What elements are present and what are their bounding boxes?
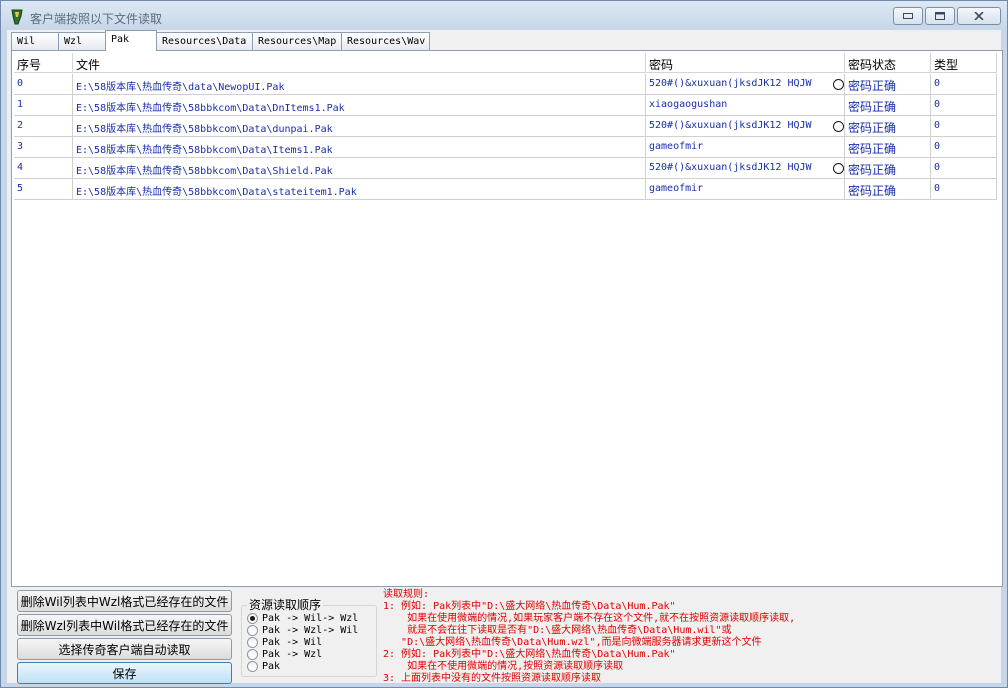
cell-type: 0 — [931, 137, 997, 158]
tab-resources-wav[interactable]: Resources\Wav — [341, 32, 430, 50]
rule-line: 如果在不使用微端的情况,按照资源读取顺序读取 — [383, 661, 624, 672]
rule-line: 就是不会在往下读取是否有"D:\盛大网络\热血传奇\Data\Hum.wil"或 — [383, 625, 732, 636]
radio-button[interactable] — [247, 612, 258, 624]
main-window: 客户端按照以下文件读取 Wil Wzl Pak Resources\Data R… — [0, 0, 1008, 688]
tab-resources-map[interactable]: Resources\Map — [252, 32, 342, 50]
save-button[interactable]: 保存 — [17, 662, 232, 684]
rule-line: "D:\盛大网络\热血传奇\Data\Hum.wzl",而是向微端服务器请求更新… — [383, 637, 762, 648]
list-rows: 0 E:\58版本库\热血传奇\data\NewopUI.Pak 520#()&xu… — [14, 74, 997, 200]
cell-index: 4 — [14, 158, 73, 179]
cell-file: E:\58版本库\热血传奇\58bbkcom\Data\dunpai.Pak — [73, 116, 646, 137]
radio-label: Pak — [262, 660, 281, 672]
window-title: 客户端按照以下文件读取 — [30, 12, 163, 26]
radio-button[interactable] — [247, 624, 258, 636]
column-header-password[interactable]: 密码 — [646, 53, 845, 73]
maximize-icon — [935, 12, 945, 20]
read-order-option[interactable]: Pak — [247, 660, 280, 672]
cell-index: 2 — [14, 116, 73, 137]
rule-line: 1: 例如: Pak列表中"D:\盛大网络\热血传奇\Data\Hum.Pak" — [383, 601, 676, 612]
radio-label: Pak -> Wil — [262, 636, 323, 648]
read-order-option[interactable]: Pak -> Wil — [247, 636, 322, 648]
rule-line: 如果在使用微端的情况,如果玩家客户端不存在这个文件,就不在按照资源读取顺序读取, — [383, 613, 796, 624]
table-row[interactable]: 2 E:\58版本库\热血传奇\58bbkcom\Data\dunpai.Pak 5… — [14, 116, 997, 137]
cell-file: E:\58版本库\热血传奇\data\NewopUI.Pak — [73, 74, 646, 95]
maximize-button[interactable] — [925, 7, 955, 25]
read-order-option[interactable]: Pak -> Wzl-> Wil — [247, 624, 358, 636]
tab-wzl[interactable]: Wzl — [58, 32, 106, 50]
radio-label: Pak -> Wzl — [262, 648, 323, 660]
cell-password-status: 密码正确 — [845, 158, 931, 179]
auto-read-client-button[interactable]: 选择传奇客户端自动读取 — [17, 638, 232, 660]
column-header-password-status[interactable]: 密码状态 — [845, 53, 931, 73]
cell-index: 1 — [14, 95, 73, 116]
tab-pak[interactable]: Pak — [105, 30, 157, 51]
password-status-icon — [833, 121, 844, 132]
minimize-icon — [903, 13, 913, 19]
column-header-type[interactable]: 类型 — [931, 53, 997, 73]
cell-password: gameofmir — [646, 179, 845, 200]
cell-password: gameofmir — [646, 137, 845, 158]
pak-file-list[interactable]: 序号 文件 密码 密码状态 类型 0 E:\58版本库\热血传奇\data\New… — [11, 50, 1003, 587]
radio-button[interactable] — [247, 648, 258, 660]
cell-type: 0 — [931, 74, 997, 95]
cell-type: 0 — [931, 179, 997, 200]
minimize-button[interactable] — [893, 7, 923, 25]
close-icon — [974, 12, 984, 20]
radio-button[interactable] — [247, 636, 258, 648]
cell-password: 520#()&xuxuan(jksdJK12 HQJW — [646, 158, 845, 179]
radio-label: Pak -> Wil-> Wzl — [262, 612, 359, 624]
cell-index: 5 — [14, 179, 73, 200]
table-row[interactable]: 1 E:\58版本库\热血传奇\58bbkcom\Data\DnItems1.Pa… — [14, 95, 997, 116]
rule-line: 读取规则: — [383, 589, 430, 600]
app-icon — [11, 9, 23, 25]
cell-password-status: 密码正确 — [845, 95, 931, 116]
close-button[interactable] — [957, 7, 1001, 25]
rule-line: 2: 例如: Pak列表中"D:\盛大网络\热血传奇\Data\Hum.Pak" — [383, 649, 676, 660]
auto-read-client-label: 选择传奇客户端自动读取 — [58, 642, 191, 657]
tab-resources-data[interactable]: Resources\Data — [156, 32, 253, 50]
save-label: 保存 — [112, 666, 137, 681]
read-order-option[interactable]: Pak -> Wil-> Wzl — [247, 612, 358, 624]
table-row[interactable]: 0 E:\58版本库\热血传奇\data\NewopUI.Pak 520#()&xu… — [14, 74, 997, 95]
cell-password: xiaogaogushan — [646, 95, 845, 116]
delete-wzl-in-wil-button[interactable]: 删除Wil列表中Wzl格式已经存在的文件 — [17, 590, 232, 612]
cell-password-status: 密码正确 — [845, 137, 931, 158]
cell-file: E:\58版本库\热血传奇\58bbkcom\Data\stateitem1.P… — [73, 179, 646, 200]
radio-label: Pak -> Wzl-> Wil — [262, 624, 359, 636]
client-area: Wil Wzl Pak Resources\Data Resources\Map… — [7, 30, 1003, 685]
table-row[interactable]: 4 E:\58版本库\热血传奇\58bbkcom\Data\Shield.Pak 5… — [14, 158, 997, 179]
read-order-title: 资源读取顺序 — [247, 596, 324, 613]
cell-type: 0 — [931, 116, 997, 137]
password-status-icon — [833, 79, 844, 90]
cell-password-status: 密码正确 — [845, 179, 931, 200]
rule-line: 3: 上面列表中没有的文件按照资源读取顺序读取 — [383, 673, 602, 684]
cell-type: 0 — [931, 158, 997, 179]
cell-index: 3 — [14, 137, 73, 158]
delete-wzl-in-wil-label: 删除Wil列表中Wzl格式已经存在的文件 — [20, 594, 229, 609]
cell-index: 0 — [14, 74, 73, 95]
cell-password-status: 密码正确 — [845, 74, 931, 95]
radio-button[interactable] — [247, 660, 258, 672]
cell-password-status: 密码正确 — [845, 116, 931, 137]
cell-type: 0 — [931, 95, 997, 116]
cell-password: 520#()&xuxuan(jksdJK12 HQJW — [646, 74, 845, 95]
cell-file: E:\58版本库\热血传奇\58bbkcom\Data\DnItems1.Pak — [73, 95, 646, 116]
table-row[interactable]: 3 E:\58版本库\热血传奇\58bbkcom\Data\Items1.Pak g… — [14, 137, 997, 158]
tab-wil[interactable]: Wil — [11, 32, 59, 50]
table-row[interactable]: 5 E:\58版本库\热血传奇\58bbkcom\Data\stateitem1.… — [14, 179, 997, 200]
tab-bar: Wil Wzl Pak Resources\Data Resources\Map… — [11, 30, 430, 51]
cell-file: E:\58版本库\热血传奇\58bbkcom\Data\Items1.Pak — [73, 137, 646, 158]
delete-wil-in-wzl-button[interactable]: 删除Wzl列表中Wil格式已经存在的文件 — [17, 614, 232, 636]
column-header-index[interactable]: 序号 — [14, 53, 73, 73]
cell-file: E:\58版本库\热血传奇\58bbkcom\Data\Shield.Pak — [73, 158, 646, 179]
list-header: 序号 文件 密码 密码状态 类型 — [14, 53, 997, 73]
read-order-option[interactable]: Pak -> Wzl — [247, 648, 322, 660]
read-rules-text: 读取规则: 1: 例如: Pak列表中"D:\盛大网络\热血传奇\Data\Hum… — [383, 589, 903, 685]
title-bar[interactable]: 客户端按照以下文件读取 — [1, 1, 1007, 31]
cell-password: 520#()&xuxuan(jksdJK12 HQJW — [646, 116, 845, 137]
password-status-icon — [833, 163, 844, 174]
column-header-file[interactable]: 文件 — [73, 53, 646, 73]
delete-wil-in-wzl-label: 删除Wzl列表中Wil格式已经存在的文件 — [20, 618, 229, 633]
